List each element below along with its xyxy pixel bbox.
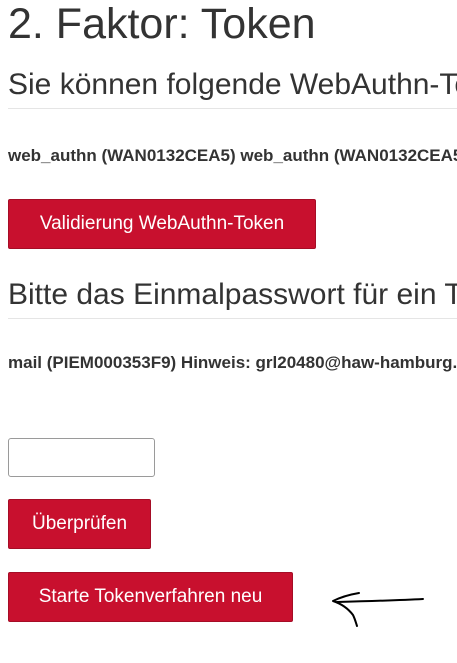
webauthn-token-list: web_authn (WAN0132CEA5) web_authn (WAN01… bbox=[8, 146, 457, 165]
divider bbox=[8, 318, 457, 319]
verify-button[interactable]: Überprüfen bbox=[8, 499, 151, 549]
page: 2. Faktor: Token Sie können folgende Web… bbox=[0, 0, 457, 663]
otp-input[interactable] bbox=[8, 438, 155, 477]
restart-token-process-button[interactable]: Starte Tokenverfahren neu bbox=[8, 572, 293, 622]
mail-token-info: mail (PIEM000353F9) Hinweis: grl20480@ha… bbox=[8, 353, 457, 372]
webauthn-heading: Sie können folgende WebAuthn-Token verwe… bbox=[8, 68, 457, 101]
validate-webauthn-button[interactable]: Validierung WebAuthn-Token bbox=[8, 199, 316, 249]
otp-heading: Bitte das Einmalpasswort für ein Token e… bbox=[8, 278, 457, 311]
divider bbox=[8, 108, 457, 109]
page-title: 2. Faktor: Token bbox=[8, 0, 316, 48]
hand-drawn-arrow-left-icon bbox=[332, 592, 424, 627]
